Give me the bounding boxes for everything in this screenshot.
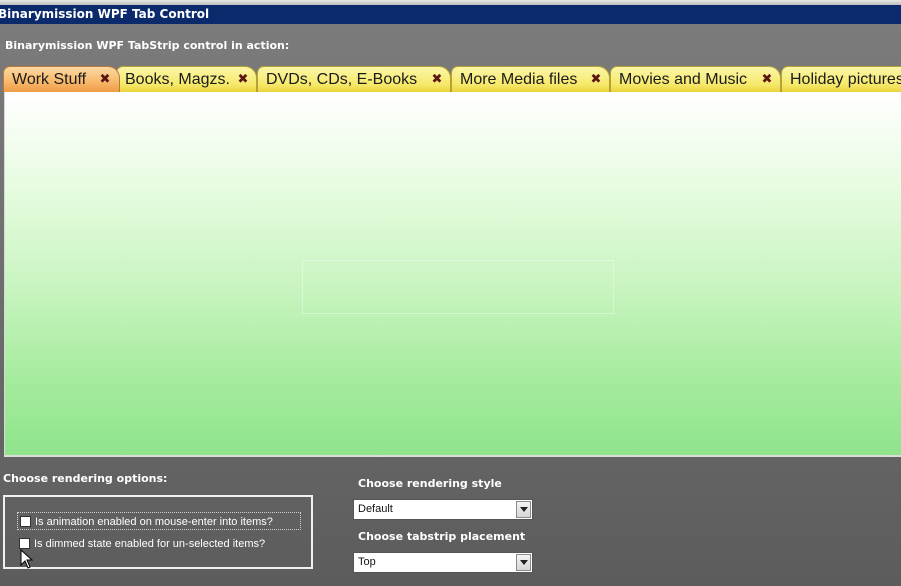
tab-label: Books, Magzs. bbox=[125, 71, 230, 88]
tab-label: DVDs, CDs, E-Books bbox=[266, 71, 418, 88]
chevron-down-icon bbox=[520, 560, 528, 565]
tabstrip-placement-value: Top bbox=[358, 556, 376, 568]
close-icon[interactable]: ✖ bbox=[430, 67, 444, 93]
chevron-down-icon bbox=[520, 507, 528, 512]
close-icon[interactable]: ✖ bbox=[236, 67, 250, 93]
rendering-style-label: Choose rendering style bbox=[358, 477, 502, 490]
dropdown-button[interactable] bbox=[516, 501, 531, 518]
tabstrip-placement-select[interactable]: Top bbox=[353, 552, 533, 573]
tabstrip: Work Stuff ✖ Books, Magzs. ✖ DVDs, CDs, … bbox=[0, 66, 901, 93]
tab-label: Holiday pictures bbox=[790, 71, 901, 88]
tab-movies-and-music[interactable]: Movies and Music ✖ bbox=[610, 66, 781, 92]
animation-checkbox[interactable] bbox=[20, 516, 31, 527]
rendering-style-select[interactable]: Default bbox=[353, 499, 533, 520]
window-title: Binarymission WPF Tab Control bbox=[0, 7, 210, 21]
rendering-options-group: Is animation enabled on mouse-enter into… bbox=[3, 495, 313, 569]
dropdown-button[interactable] bbox=[516, 554, 531, 571]
rendering-options-label: Choose rendering options: bbox=[3, 472, 168, 485]
tab-content-panel bbox=[4, 92, 901, 457]
close-icon[interactable]: ✖ bbox=[760, 67, 774, 93]
tab-holiday-pictures[interactable]: Holiday pictures bbox=[781, 66, 901, 92]
tab-more-media-files[interactable]: More Media files ✖ bbox=[451, 66, 610, 92]
tab-dvds-cds-ebooks[interactable]: DVDs, CDs, E-Books ✖ bbox=[257, 66, 451, 92]
dimmed-checkbox[interactable] bbox=[19, 538, 30, 549]
close-icon[interactable]: ✖ bbox=[589, 67, 603, 93]
tab-work-stuff[interactable]: Work Stuff ✖ bbox=[3, 66, 120, 92]
animation-checkbox-label: Is animation enabled on mouse-enter into… bbox=[35, 516, 273, 528]
animation-checkbox-row[interactable]: Is animation enabled on mouse-enter into… bbox=[17, 512, 301, 530]
tabstrip-placement-label: Choose tabstrip placement bbox=[358, 530, 526, 543]
title-bar: Binarymission WPF Tab Control bbox=[0, 5, 901, 24]
page-heading: Binarymission WPF TabStrip control in ac… bbox=[5, 39, 290, 52]
tab-label: Work Stuff bbox=[12, 71, 87, 88]
tab-label: Movies and Music bbox=[619, 71, 748, 88]
tab-books-magzs[interactable]: Books, Magzs. ✖ bbox=[116, 66, 257, 92]
close-icon[interactable]: ✖ bbox=[98, 67, 112, 93]
content-placeholder bbox=[302, 260, 614, 314]
mouse-cursor-icon bbox=[20, 549, 34, 569]
rendering-style-value: Default bbox=[358, 503, 393, 515]
tab-label: More Media files bbox=[460, 71, 578, 88]
dimmed-checkbox-label: Is dimmed state enabled for un-selected … bbox=[34, 538, 266, 550]
